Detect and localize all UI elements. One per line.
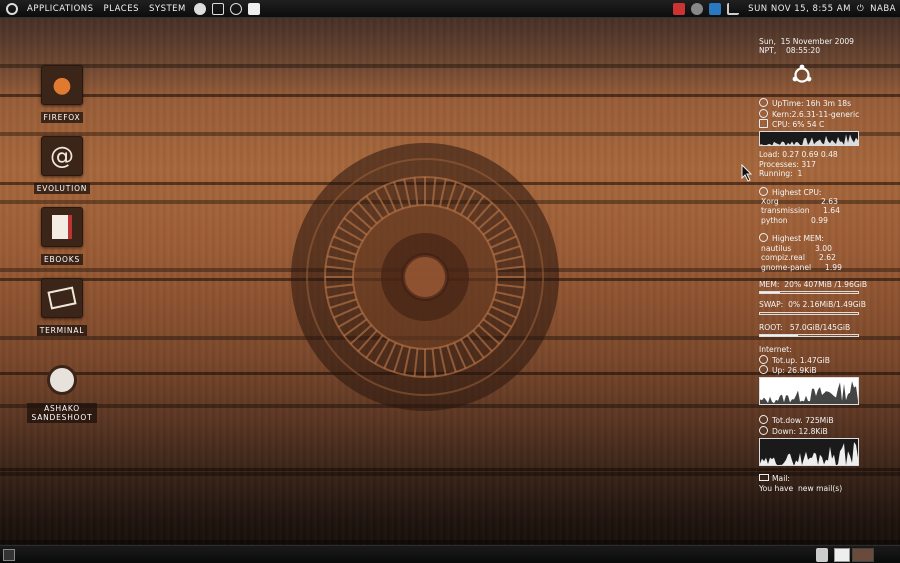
root-bar xyxy=(759,334,859,338)
firefox-launcher-icon[interactable] xyxy=(193,2,206,15)
desktop-icon-evolution[interactable]: @ Evolution xyxy=(22,136,102,195)
power-launcher-icon[interactable] xyxy=(229,2,242,15)
conky-load: Load: 0.27 0.69 0.48 xyxy=(759,150,838,160)
menu-places[interactable]: Places xyxy=(99,4,144,14)
ebooks-folder-icon xyxy=(41,207,83,247)
calendar-tray-icon[interactable] xyxy=(673,3,686,15)
proc-value: 0.99 xyxy=(811,215,828,225)
desktop-icon-screenshot[interactable]: Ashako Sandeshoot xyxy=(22,360,102,424)
weather-cloud-icon[interactable] xyxy=(691,3,704,15)
ubuntu-logo-icon[interactable] xyxy=(6,2,18,15)
trash-icon[interactable] xyxy=(816,548,828,562)
proc-name: gnome-panel xyxy=(761,262,812,272)
transmission-tray-icon[interactable] xyxy=(709,3,722,15)
download-graph xyxy=(759,438,859,467)
terminal-icon xyxy=(41,278,83,318)
upload-total-icon xyxy=(759,354,768,364)
conky-time: NPT, 08:55:20 xyxy=(759,46,821,56)
conky-mail-title: Mail: xyxy=(772,474,790,484)
mem-bar xyxy=(759,291,859,295)
download-graph-line xyxy=(760,442,858,466)
uptime-icon xyxy=(759,98,768,108)
proc-value: 2.63 xyxy=(821,197,838,207)
conky-mail-text: You have new mail(s) xyxy=(759,483,843,493)
upload-arrow-icon xyxy=(759,364,768,374)
desktop-icon-label: Terminal xyxy=(36,325,88,336)
conky-processes: Processes: 317 xyxy=(759,159,816,169)
screenshot-icon xyxy=(41,360,83,400)
workspace-switcher-1[interactable] xyxy=(834,548,850,562)
desktop-icon-label: Evolution xyxy=(33,183,91,194)
proc-value: 1.99 xyxy=(825,262,842,272)
conky-tot-up: Tot.up. 1.47GiB xyxy=(772,355,830,365)
desktop-icon-terminal[interactable]: Terminal xyxy=(22,278,102,337)
menu-system[interactable]: System xyxy=(144,4,191,14)
cpu-graph-line xyxy=(760,134,858,146)
conky-running: Running: 1 xyxy=(759,169,803,179)
network-signal-icon[interactable] xyxy=(727,3,740,15)
upload-graph xyxy=(759,377,859,406)
conky-mem: MEM: 20% 407MiB /1.96GiB xyxy=(759,279,868,289)
cpu-graph xyxy=(759,131,859,147)
power-icon[interactable]: ⏻ xyxy=(857,4,864,14)
menu-applications[interactable]: Applications xyxy=(22,4,99,14)
proc-name: Xorg xyxy=(761,197,779,207)
wallpaper-circle-logo xyxy=(291,143,559,411)
conky-swap: SWAP: 0% 2.16MiB/1.49GiB xyxy=(759,300,866,310)
kernel-gear-icon xyxy=(759,108,768,118)
notes-launcher-icon[interactable] xyxy=(211,2,224,15)
top-panel: Applications Places System Sun Nov 15, 8… xyxy=(0,0,900,18)
conky-highest-cpu-title: Highest CPU: xyxy=(772,187,822,197)
upload-graph-line xyxy=(760,381,858,405)
download-arrow-icon xyxy=(759,425,768,435)
mail-envelope-icon xyxy=(759,474,769,482)
conky-internet-title: Internet: xyxy=(759,345,792,355)
proc-value: 2.62 xyxy=(819,253,836,263)
download-total-icon xyxy=(759,415,768,425)
proc-name: transmission xyxy=(761,206,810,216)
info-icon xyxy=(759,186,768,196)
conky-date: Sun, 15 November 2009 xyxy=(759,37,855,46)
conky-cpu: CPU: 6% 54 C xyxy=(772,120,825,130)
terminal-launcher-icon[interactable] xyxy=(247,2,260,15)
firefox-icon: ● xyxy=(41,65,83,105)
conky-down: Down: 12.8KiB xyxy=(772,426,828,436)
proc-value: 3.00 xyxy=(815,243,832,253)
mem-bar-fill xyxy=(760,292,780,294)
mouse-cursor-icon xyxy=(741,164,753,182)
desktop-icon-ebooks[interactable]: eBooks xyxy=(22,207,102,266)
conky-uptime: UpTime: 16h 3m 18s xyxy=(772,99,852,109)
desktop-icon-label: eBooks xyxy=(40,254,84,265)
conky-tot-down: Tot.dow. 725MiB xyxy=(772,416,834,426)
conky-kernel: Kern:2.6.31-11-generic xyxy=(772,109,860,119)
workspace-switcher-2[interactable] xyxy=(852,548,874,562)
desktop-icon-label: Ashako Sandeshoot xyxy=(27,403,97,423)
evolution-mail-icon: @ xyxy=(41,136,83,176)
desktop-icon-label: Firefox xyxy=(40,112,84,123)
conky-highest-mem-title: Highest MEM: xyxy=(772,234,824,244)
conky-root: ROOT: 57.0GiB/145GiB xyxy=(759,322,851,332)
clock[interactable]: Sun Nov 15, 8:55 AM xyxy=(748,4,851,14)
swap-bar xyxy=(759,311,859,315)
proc-name: python xyxy=(761,215,788,225)
desktop-icon-firefox[interactable]: ● Firefox xyxy=(22,65,102,124)
bottom-panel xyxy=(0,545,900,563)
root-bar-fill xyxy=(760,335,799,337)
cpu-icon xyxy=(759,119,768,129)
proc-name: nautilus xyxy=(761,243,792,253)
user-name[interactable]: naba xyxy=(870,4,896,14)
proc-value: 1.64 xyxy=(823,206,840,216)
show-desktop-icon[interactable] xyxy=(3,549,15,561)
proc-name: compiz.real xyxy=(761,253,805,263)
conky-up: Up: 26.9KiB xyxy=(772,365,817,375)
conky-system-monitor: Sun, 15 November 2009 NPT, 08:55:20 UpTi… xyxy=(759,37,897,493)
info-icon xyxy=(759,233,768,243)
ubuntu-logo-icon xyxy=(792,64,812,83)
